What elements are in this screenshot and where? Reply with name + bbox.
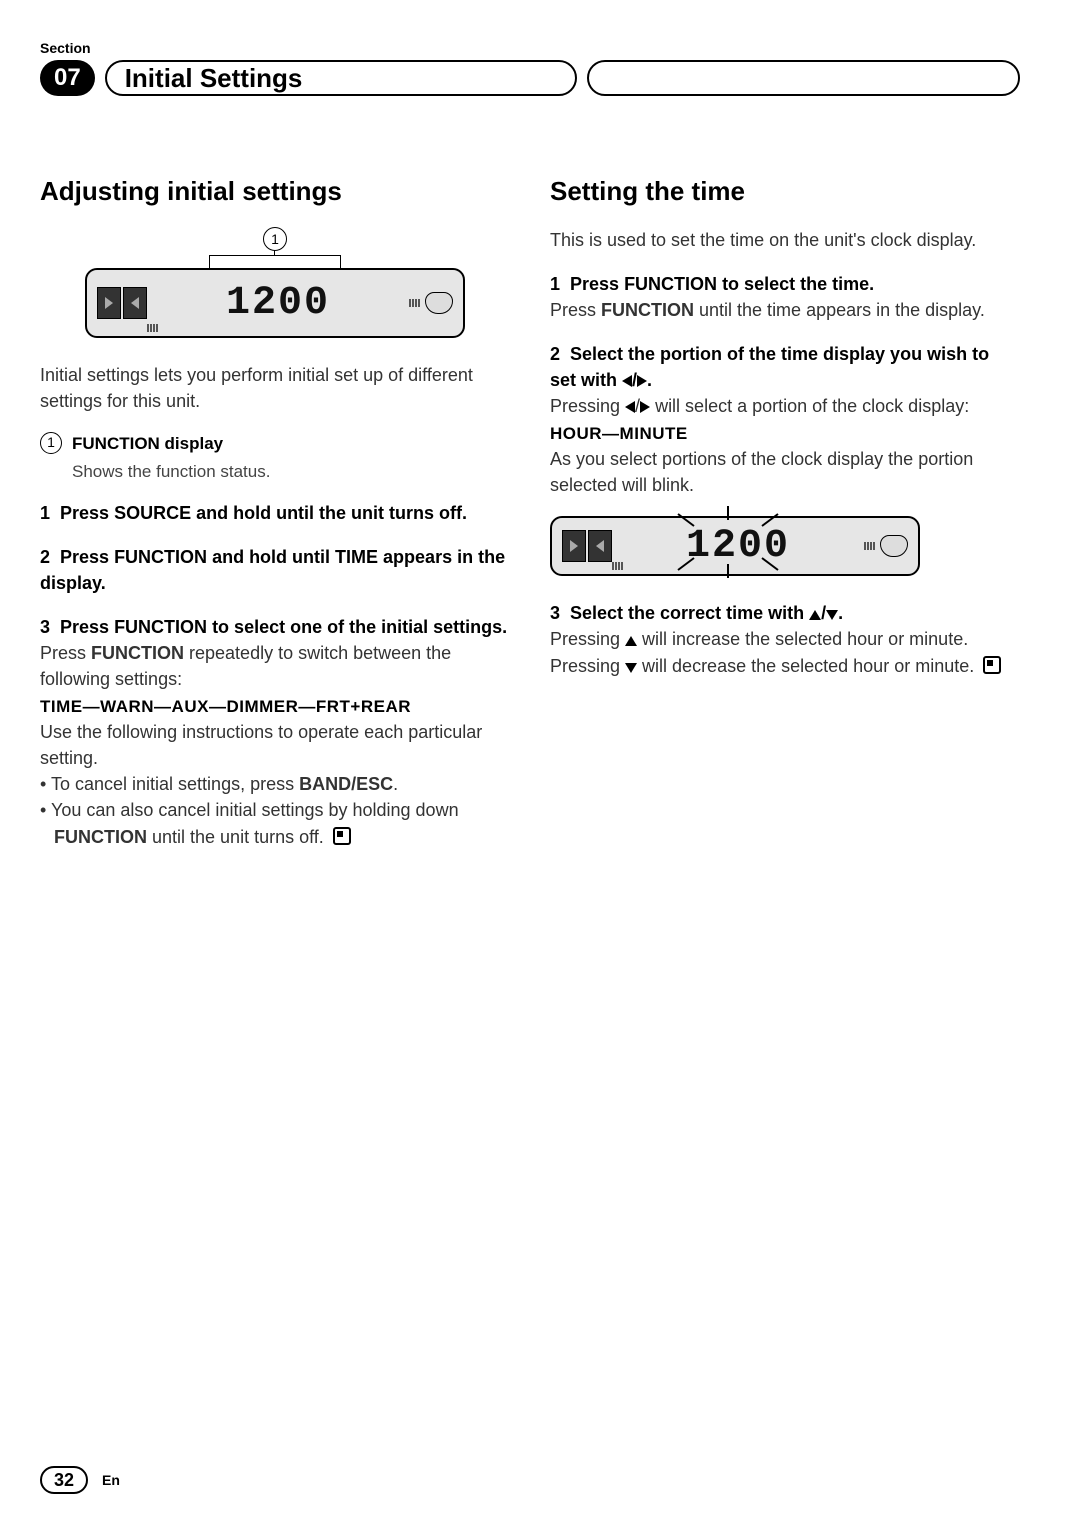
seek-back-icon: [588, 530, 612, 562]
bullet-text: .: [393, 774, 398, 794]
left-arrow-icon: [625, 401, 635, 413]
step-body: will select a portion of the clock displ…: [650, 396, 969, 416]
left-arrow-icon: [622, 375, 632, 387]
right-step-2: 2Select the portion of the time display …: [550, 341, 1020, 498]
button-ref: FUNCTION: [114, 547, 207, 567]
step-body: Pressing: [550, 629, 625, 649]
step-body: Press: [550, 300, 601, 320]
button-ref: SOURCE: [114, 503, 191, 523]
right-heading: Setting the time: [550, 176, 1020, 207]
left-step-1: 1 Press SOURCE and hold until the unit tu…: [40, 500, 510, 526]
step-text: Press: [60, 547, 114, 567]
button-ref: FUNCTION: [601, 300, 694, 320]
step-text: and hold until the unit turns off.: [191, 503, 467, 523]
lcd-minute: 00: [738, 524, 790, 569]
button-ref: FUNCTION: [114, 617, 207, 637]
right-column: Setting the time This is used to set the…: [550, 176, 1020, 868]
step-text: .: [647, 370, 652, 390]
left-step-2: 2Press FUNCTION and hold until TIME appe…: [40, 544, 510, 596]
header-row: 07 Initial Settings: [40, 60, 1020, 96]
step-text: to select one of the initial settings.: [207, 617, 507, 637]
seek-fwd-icon: [562, 530, 586, 562]
step-text: and hold until: [207, 547, 335, 567]
down-arrow-icon: [625, 663, 637, 673]
lcd-panel: 1200: [550, 516, 920, 576]
section-label: Section: [40, 40, 1020, 56]
left-intro: Initial settings lets you perform initia…: [40, 362, 510, 414]
callout-body: Shows the function status.: [72, 462, 510, 482]
up-arrow-icon: [809, 610, 821, 620]
right-step-1: 1 Press FUNCTION to select the time. Pres…: [550, 271, 1020, 323]
step-number: 3: [550, 603, 560, 623]
up-arrow-icon: [625, 636, 637, 646]
seek-back-icon: [123, 287, 147, 319]
step-text: to select the time.: [717, 274, 874, 294]
step-text: Press: [60, 503, 114, 523]
step-number: 1: [550, 274, 560, 294]
lcd-panel: 1200: [85, 268, 465, 338]
step-number: 2: [40, 547, 50, 567]
lcd-readout: 1200: [612, 524, 864, 569]
figure-lcd-2: 1200: [550, 516, 1020, 576]
right-intro: This is used to set the time on the unit…: [550, 227, 1020, 253]
eq-icon: [864, 542, 876, 550]
left-step-3: 3 Press FUNCTION to select one of the ini…: [40, 614, 510, 849]
figure-lcd-1: 1 1200: [40, 227, 510, 338]
time-chain: HOUR—MINUTE: [550, 424, 688, 443]
down-arrow-icon: [826, 610, 838, 620]
section-number-badge: 07: [40, 60, 95, 96]
button-ref: BAND/ESC: [299, 774, 393, 794]
step-text: Press: [570, 274, 624, 294]
callout-number: 1: [40, 432, 62, 454]
step-body: As you select portions of the clock disp…: [550, 449, 973, 495]
page-title: Initial Settings: [105, 60, 577, 96]
step-number: 2: [550, 344, 560, 364]
lcd-readout: 1200: [147, 281, 409, 326]
settings-chain: TIME—WARN—AUX—DIMMER—FRT+REAR: [40, 697, 411, 716]
section-end-icon: [333, 827, 351, 845]
step-body: until the time appears in the display.: [694, 300, 985, 320]
step-number: 3: [40, 617, 50, 637]
section-end-icon: [983, 656, 1001, 674]
callout-title: FUNCTION display: [72, 432, 223, 456]
button-ref: FUNCTION: [624, 274, 717, 294]
right-arrow-icon: [640, 401, 650, 413]
bullet-1: • To cancel initial settings, press BAND…: [40, 771, 510, 797]
left-column: Adjusting initial settings 1 1200: [40, 176, 510, 868]
lcd-hour: 12: [686, 524, 738, 569]
callout-leader-number: 1: [263, 227, 287, 251]
step-text: Select the correct time with: [570, 603, 809, 623]
page-number: 32: [40, 1466, 88, 1494]
step-text: .: [838, 603, 843, 623]
footer: 32 En: [40, 1466, 120, 1494]
eq-icon: [409, 299, 421, 307]
right-arrow-icon: [637, 375, 647, 387]
control-knob-icon: [880, 535, 908, 557]
step-body: Press: [40, 643, 91, 663]
step-text: Press: [60, 617, 114, 637]
step-number: 1: [40, 503, 50, 523]
button-ref: TIME: [335, 547, 378, 567]
step-body: Pressing: [550, 396, 625, 416]
step-body: will decrease the selected hour or minut…: [637, 656, 974, 676]
header-spacer: [587, 60, 1020, 96]
button-ref: FUNCTION: [54, 827, 147, 847]
bullet-text: • You can also cancel initial settings b…: [40, 800, 459, 820]
bullet-text: • To cancel initial settings, press: [40, 774, 299, 794]
language-label: En: [102, 1472, 120, 1488]
right-step-3: 3Select the correct time with /. Pressin…: [550, 600, 1020, 678]
button-ref: FUNCTION: [91, 643, 184, 663]
step-text: Select the portion of the time display y…: [550, 344, 989, 390]
left-heading: Adjusting initial settings: [40, 176, 510, 207]
control-knob-icon: [425, 292, 453, 314]
bullet-2: • You can also cancel initial settings b…: [40, 797, 510, 849]
step-body: Use the following instructions to operat…: [40, 722, 482, 768]
bullet-text: until the unit turns off.: [147, 827, 324, 847]
callout-1: 1 FUNCTION display: [40, 432, 510, 456]
seek-fwd-icon: [97, 287, 121, 319]
